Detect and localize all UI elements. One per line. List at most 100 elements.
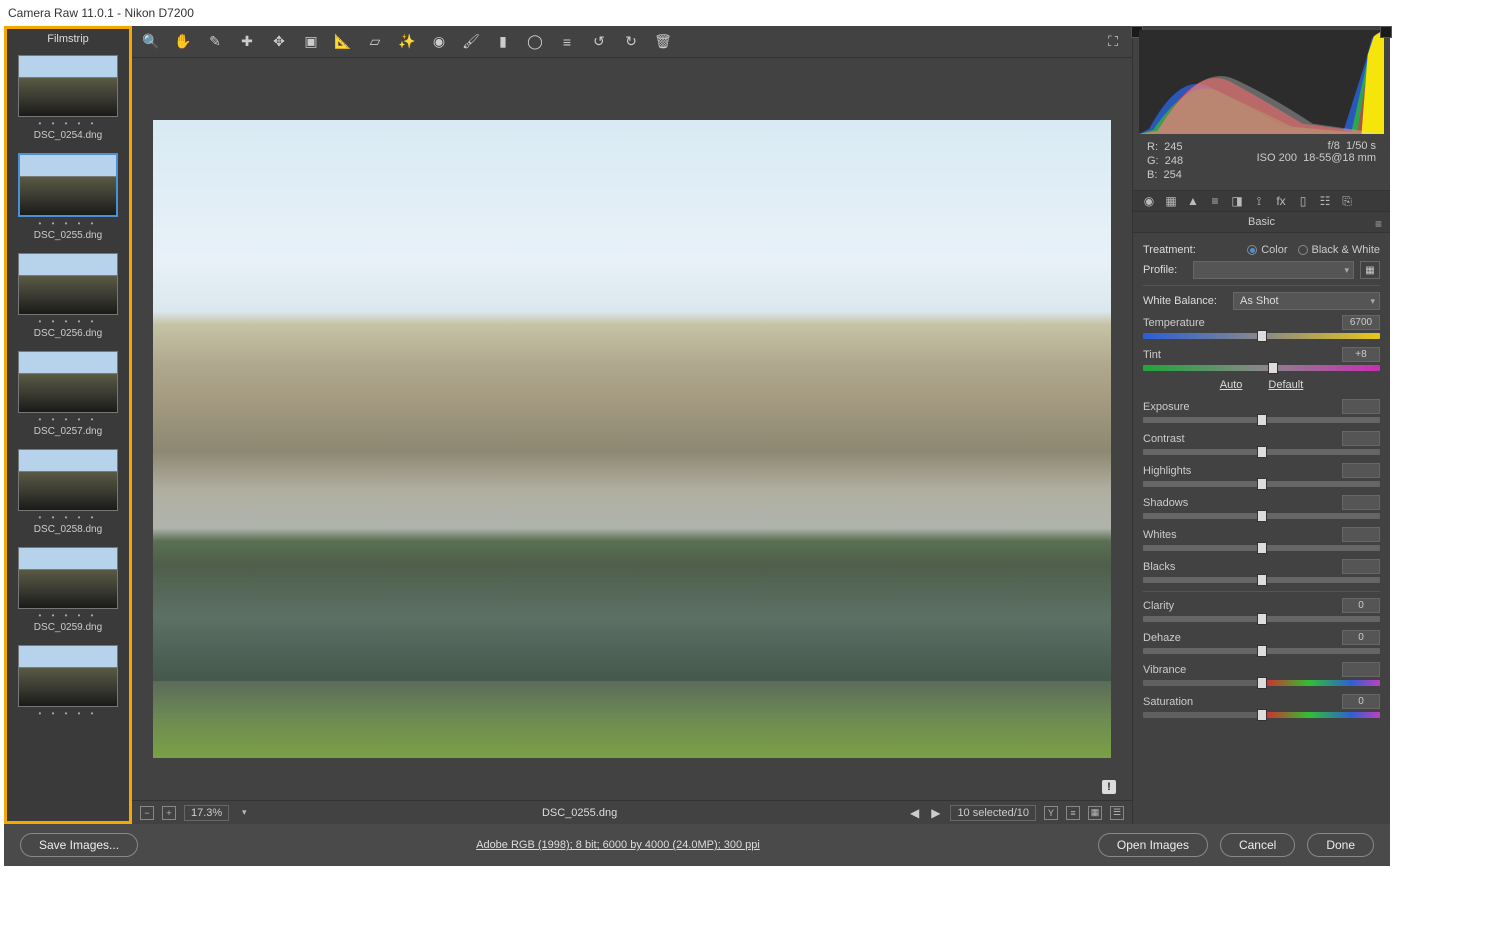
clarity-slider-thumb[interactable]	[1257, 613, 1267, 625]
whites-value[interactable]	[1342, 527, 1380, 542]
tab-snapshots-icon[interactable]: ⎘	[1339, 194, 1355, 208]
profile-browser-button[interactable]: ▦	[1360, 261, 1380, 279]
default-link[interactable]: Default	[1268, 379, 1303, 391]
delete-icon[interactable]: 🗑	[654, 33, 672, 51]
tab-basic-icon[interactable]: ◉	[1141, 194, 1157, 208]
whites-slider[interactable]	[1143, 545, 1380, 551]
straighten-tool-icon[interactable]: 📐	[334, 33, 352, 51]
selection-count[interactable]: 10 selected/10	[950, 805, 1036, 821]
done-button[interactable]: Done	[1307, 833, 1374, 857]
tab-detail-icon[interactable]: ▲	[1185, 194, 1201, 208]
sort-icon[interactable]: ≡	[1066, 806, 1080, 820]
treatment-bw-radio[interactable]	[1298, 245, 1308, 255]
tint-slider[interactable]	[1143, 365, 1380, 371]
clarity-value[interactable]: 0	[1342, 598, 1380, 613]
treatment-color-radio[interactable]	[1247, 245, 1257, 255]
crop-tool-icon[interactable]: ▣	[302, 33, 320, 51]
hand-tool-icon[interactable]: ✋	[174, 33, 192, 51]
highlights-slider[interactable]	[1143, 481, 1380, 487]
filmstrip-thumb[interactable]	[18, 645, 118, 707]
filmstrip-thumb[interactable]	[18, 449, 118, 511]
saturation-slider-thumb[interactable]	[1257, 709, 1267, 721]
radial-filter-tool-icon[interactable]: ◯	[526, 33, 544, 51]
tab-split-icon[interactable]: ◨	[1229, 194, 1245, 208]
tab-fx-icon[interactable]: fx	[1273, 194, 1289, 208]
auto-link[interactable]: Auto	[1220, 379, 1243, 391]
tab-lens-icon[interactable]: ⟟	[1251, 194, 1267, 208]
preferences-icon[interactable]: ≡	[558, 33, 576, 51]
prev-image-icon[interactable]: ◀	[908, 806, 921, 820]
filmstrip-thumb[interactable]	[18, 55, 118, 117]
white-balance-tool-icon[interactable]: ✎	[206, 33, 224, 51]
clarity-slider[interactable]	[1143, 616, 1380, 622]
filmstrip-thumb[interactable]	[18, 547, 118, 609]
spot-removal-tool-icon[interactable]: ✨	[398, 33, 416, 51]
vibrance-slider[interactable]	[1143, 680, 1380, 686]
dehaze-slider[interactable]	[1143, 648, 1380, 654]
histogram[interactable]	[1139, 30, 1384, 134]
rotate-cw-icon[interactable]: ↻	[622, 33, 640, 51]
contrast-slider[interactable]	[1143, 449, 1380, 455]
shadows-value[interactable]	[1342, 495, 1380, 510]
zoom-out-icon[interactable]: −	[140, 806, 154, 820]
tab-calibration-icon[interactable]: ▯	[1295, 194, 1311, 208]
exposure-slider-thumb[interactable]	[1257, 414, 1267, 426]
transform-tool-icon[interactable]: ▱	[366, 33, 384, 51]
saturation-slider[interactable]	[1143, 712, 1380, 718]
red-eye-tool-icon[interactable]: ◉	[430, 33, 448, 51]
vibrance-value[interactable]	[1342, 662, 1380, 677]
zoom-tool-icon[interactable]: 🔍	[142, 33, 160, 51]
tab-curve-icon[interactable]: ▦	[1163, 194, 1179, 208]
adjustment-brush-tool-icon[interactable]: 🖌	[462, 33, 480, 51]
dehaze-slider-thumb[interactable]	[1257, 645, 1267, 657]
save-images-button[interactable]: Save Images...	[20, 833, 138, 857]
temperature-value[interactable]: 6700	[1342, 315, 1380, 330]
highlight-clip-indicator[interactable]	[1380, 26, 1392, 38]
blacks-value[interactable]	[1342, 559, 1380, 574]
shadows-slider-thumb[interactable]	[1257, 510, 1267, 522]
dehaze-value[interactable]: 0	[1342, 630, 1380, 645]
tab-presets-icon[interactable]: ☷	[1317, 194, 1333, 208]
temperature-slider-thumb[interactable]	[1257, 330, 1267, 342]
highlights-slider-thumb[interactable]	[1257, 478, 1267, 490]
contrast-value[interactable]	[1342, 431, 1380, 446]
extra-option-a-icon[interactable]: ▦	[1088, 806, 1102, 820]
whites-slider-thumb[interactable]	[1257, 542, 1267, 554]
open-images-button[interactable]: Open Images	[1098, 833, 1208, 857]
filmstrip-thumb[interactable]	[18, 351, 118, 413]
tint-slider-thumb[interactable]	[1268, 362, 1278, 374]
zoom-in-icon[interactable]: +	[162, 806, 176, 820]
zoom-level[interactable]: 17.3%	[184, 805, 229, 821]
warning-icon[interactable]: !	[1102, 780, 1116, 794]
toggle-fullscreen-icon[interactable]: ⛶	[1104, 33, 1122, 51]
temperature-slider[interactable]	[1143, 333, 1380, 339]
tint-value[interactable]: +8	[1342, 347, 1380, 362]
filmstrip-thumb[interactable]	[18, 253, 118, 315]
blacks-slider-thumb[interactable]	[1257, 574, 1267, 586]
panel-menu-icon[interactable]: ≡	[1375, 217, 1382, 231]
cancel-button[interactable]: Cancel	[1220, 833, 1295, 857]
thumb-rating-dots: • • • • •	[18, 707, 118, 718]
rating-badge[interactable]: Y	[1044, 806, 1058, 820]
targeted-adjust-tool-icon[interactable]: ✥	[270, 33, 288, 51]
wb-select[interactable]: As Shot	[1233, 292, 1380, 310]
filmstrip-thumb[interactable]	[18, 153, 118, 217]
blacks-slider[interactable]	[1143, 577, 1380, 583]
profile-select[interactable]	[1193, 261, 1354, 279]
workflow-options-link[interactable]: Adobe RGB (1998); 8 bit; 6000 by 4000 (2…	[476, 839, 760, 851]
vibrance-slider-thumb[interactable]	[1257, 677, 1267, 689]
contrast-slider-thumb[interactable]	[1257, 446, 1267, 458]
graduated-filter-tool-icon[interactable]: ▮	[494, 33, 512, 51]
zoom-dropdown-icon[interactable]: ▾	[237, 806, 251, 820]
filter-icon[interactable]: ☰	[1110, 806, 1124, 820]
highlights-value[interactable]	[1342, 463, 1380, 478]
rotate-ccw-icon[interactable]: ↺	[590, 33, 608, 51]
shadows-slider[interactable]	[1143, 513, 1380, 519]
preview-area[interactable]: !	[132, 58, 1132, 800]
exposure-slider[interactable]	[1143, 417, 1380, 423]
next-image-icon[interactable]: ▶	[929, 806, 942, 820]
saturation-value[interactable]: 0	[1342, 694, 1380, 709]
color-sampler-tool-icon[interactable]: ✚	[238, 33, 256, 51]
exposure-value[interactable]	[1342, 399, 1380, 414]
tab-hsl-icon[interactable]: ≡	[1207, 194, 1223, 208]
